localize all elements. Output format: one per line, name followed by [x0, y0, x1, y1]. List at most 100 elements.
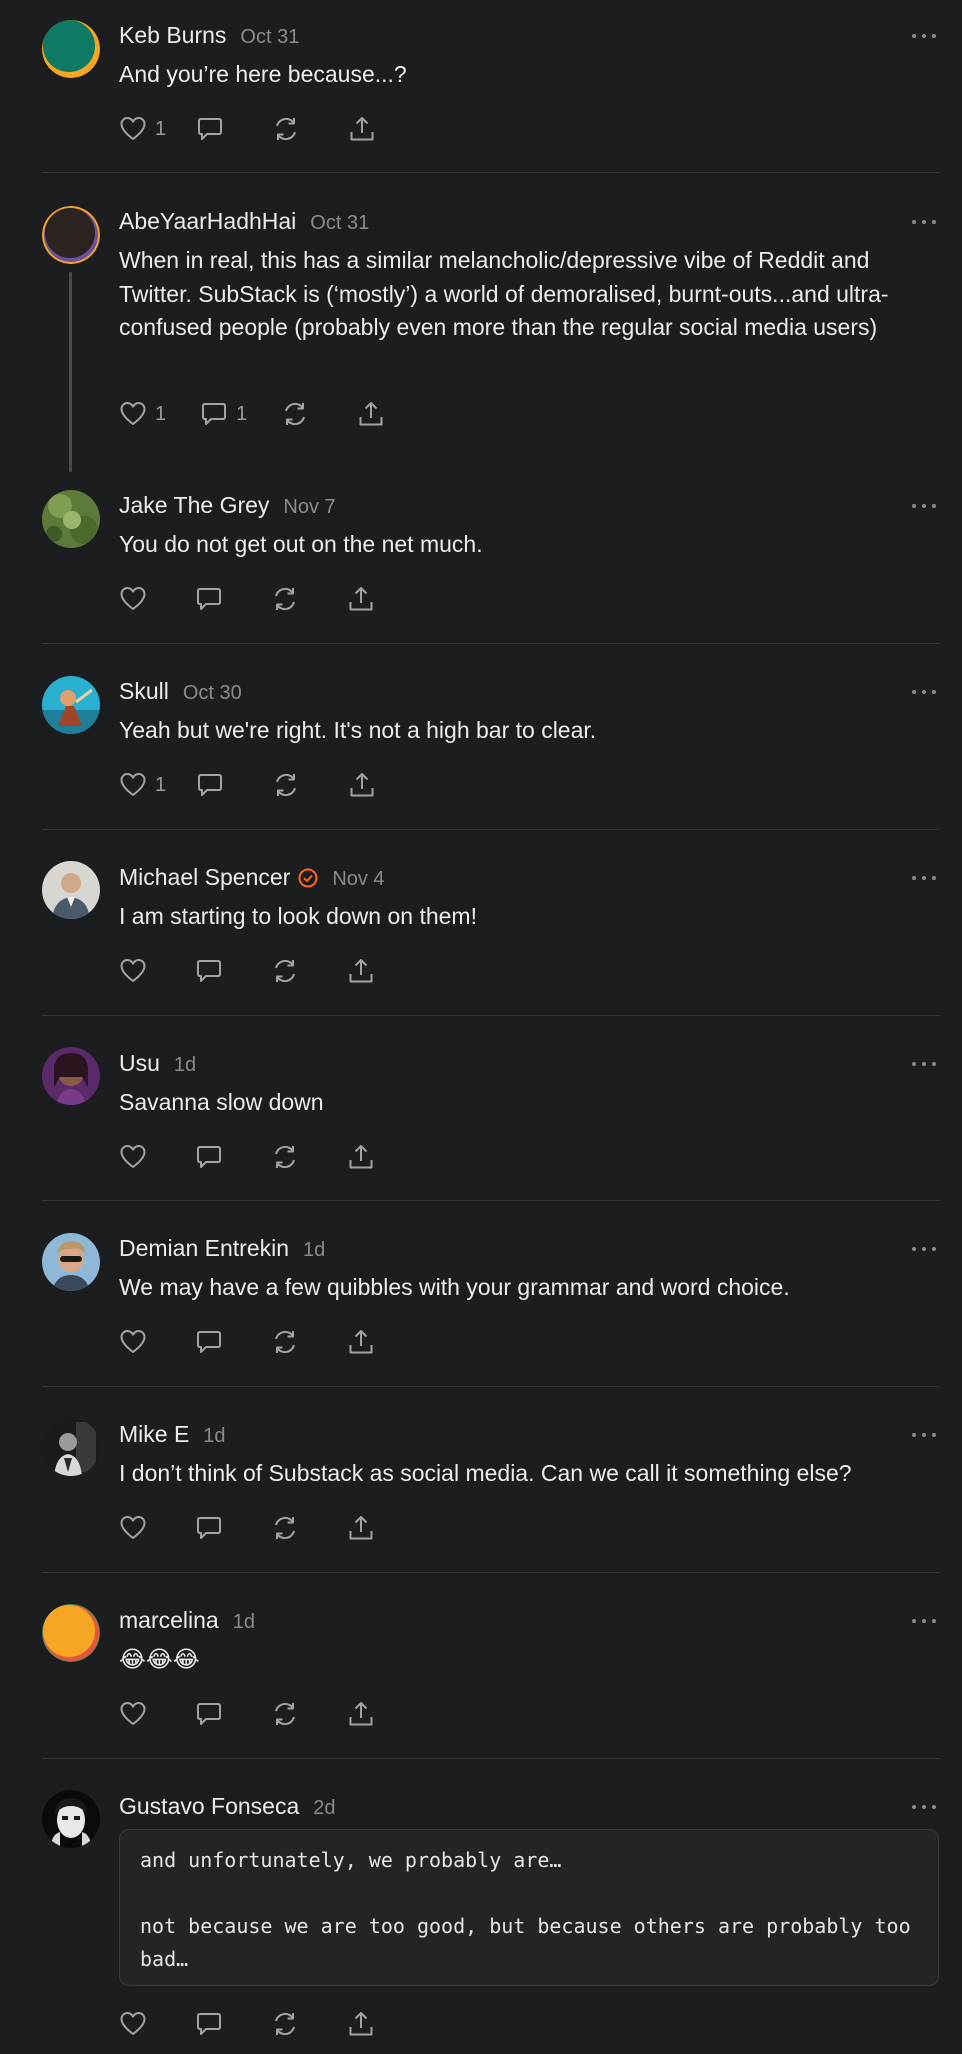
comment-text: You do not get out on the net much.: [119, 531, 483, 557]
share-button[interactable]: [347, 2008, 375, 2040]
restack-icon: [275, 1516, 295, 1540]
avatar[interactable]: [42, 20, 100, 78]
reply-button[interactable]: [195, 1141, 223, 1173]
like-button[interactable]: [119, 1512, 147, 1544]
more-options-icon[interactable]: [912, 31, 936, 41]
reply-button[interactable]: [195, 1698, 223, 1730]
reply-button[interactable]: [195, 583, 223, 615]
comment-date: Oct 31: [240, 26, 300, 48]
share-button[interactable]: [347, 1141, 375, 1173]
like-button[interactable]: 1: [119, 398, 166, 430]
more-options-icon[interactable]: [912, 1244, 936, 1254]
reply-button[interactable]: [196, 769, 224, 801]
share-button[interactable]: [347, 1698, 375, 1730]
avatar[interactable]: [42, 206, 100, 264]
author-name[interactable]: Keb Burns Oct 31: [119, 22, 299, 49]
share-button[interactable]: [348, 769, 376, 801]
divider: [42, 1200, 940, 1201]
divider: [42, 643, 940, 644]
restack-button[interactable]: [271, 583, 299, 615]
more-options-icon[interactable]: [912, 217, 936, 227]
avatar[interactable]: [42, 490, 100, 548]
restack-button[interactable]: [271, 1326, 299, 1358]
restack-button[interactable]: [271, 1141, 299, 1173]
share-button[interactable]: [347, 1326, 375, 1358]
restack-button[interactable]: [272, 769, 300, 801]
heart-icon: [120, 1702, 146, 1725]
reply-button[interactable]: [195, 955, 223, 987]
restack-icon: [285, 402, 306, 426]
reply-button[interactable]: 1: [200, 398, 247, 430]
author-name[interactable]: Jake The Grey Nov 7: [119, 492, 336, 519]
comment-actions: 1: [119, 769, 376, 801]
author-name[interactable]: Gustavo Fonseca 2d: [119, 1793, 336, 1820]
like-button[interactable]: 1: [119, 113, 166, 145]
like-button[interactable]: [119, 1698, 147, 1730]
reply-button[interactable]: [195, 1512, 223, 1544]
more-options-icon[interactable]: [912, 1616, 936, 1626]
comment-text: And you’re here because...?: [119, 61, 407, 87]
avatar-image: [42, 861, 100, 919]
share-button[interactable]: [348, 113, 376, 145]
like-button[interactable]: [119, 1326, 147, 1358]
comment-actions: [119, 1512, 375, 1544]
comment-text: I am starting to look down on them!: [119, 903, 477, 929]
restack-button[interactable]: [271, 1698, 299, 1730]
restack-icon: [275, 959, 295, 983]
like-button[interactable]: [119, 583, 147, 615]
comment-actions: [119, 2008, 375, 2040]
like-button[interactable]: [119, 955, 147, 987]
avatar-image: [42, 1233, 100, 1291]
like-button[interactable]: [119, 1141, 147, 1173]
like-button[interactable]: [119, 2008, 147, 2040]
comment-date: 2d: [313, 1797, 336, 1819]
heart-icon: [120, 1145, 146, 1168]
author-name[interactable]: Skull Oct 30: [119, 678, 242, 705]
avatar[interactable]: [42, 1604, 100, 1662]
more-options-icon[interactable]: [912, 873, 936, 883]
more-options-icon[interactable]: [912, 501, 936, 511]
reply-button[interactable]: [195, 1326, 223, 1358]
avatar[interactable]: [42, 676, 100, 734]
author-name[interactable]: Michael Spencer Nov 4: [119, 864, 385, 891]
restack-button[interactable]: [271, 2008, 299, 2040]
restack-button[interactable]: [281, 398, 309, 430]
more-options-icon[interactable]: [912, 1430, 936, 1440]
more-options-icon[interactable]: [912, 1802, 936, 1812]
restack-button[interactable]: [271, 1512, 299, 1544]
avatar[interactable]: [42, 1790, 100, 1848]
like-count: 1: [155, 117, 167, 140]
comment-date: Nov 4: [332, 868, 385, 890]
restack-button[interactable]: [271, 955, 299, 987]
comment-actions: [119, 955, 375, 987]
reply-count: 1: [236, 402, 248, 425]
heart-icon: [120, 959, 146, 982]
avatar[interactable]: [42, 861, 100, 919]
share-button[interactable]: [347, 583, 375, 615]
author-name[interactable]: Usu 1d: [119, 1050, 196, 1077]
reply-button[interactable]: [196, 113, 224, 145]
author-name[interactable]: Demian Entrekin 1d: [119, 1235, 325, 1262]
comment-actions: [119, 583, 375, 615]
comment-bubble-icon: [197, 2013, 221, 2035]
author-name[interactable]: Mike E 1d: [119, 1421, 226, 1448]
author-name[interactable]: AbeYaarHadhHai Oct 31: [119, 208, 369, 235]
share-button[interactable]: [347, 955, 375, 987]
comments-feed: Keb Burns Oct 31 And you’re here because.…: [0, 0, 962, 2054]
avatar[interactable]: [42, 1047, 100, 1105]
restack-button[interactable]: [272, 113, 300, 145]
avatar-image: [42, 20, 100, 78]
restack-icon: [275, 587, 295, 611]
share-button[interactable]: [357, 398, 385, 430]
share-button[interactable]: [347, 1512, 375, 1544]
avatar[interactable]: [42, 1233, 100, 1291]
more-options-icon[interactable]: [912, 687, 936, 697]
more-options-icon[interactable]: [912, 1059, 936, 1069]
restack-icon: [275, 1330, 295, 1354]
avatar-image: [42, 676, 100, 734]
thread-line: [69, 272, 72, 472]
author-name[interactable]: marcelina 1d: [119, 1607, 255, 1634]
reply-button[interactable]: [195, 2008, 223, 2040]
avatar[interactable]: [42, 1418, 100, 1476]
like-button[interactable]: 1: [119, 769, 166, 801]
